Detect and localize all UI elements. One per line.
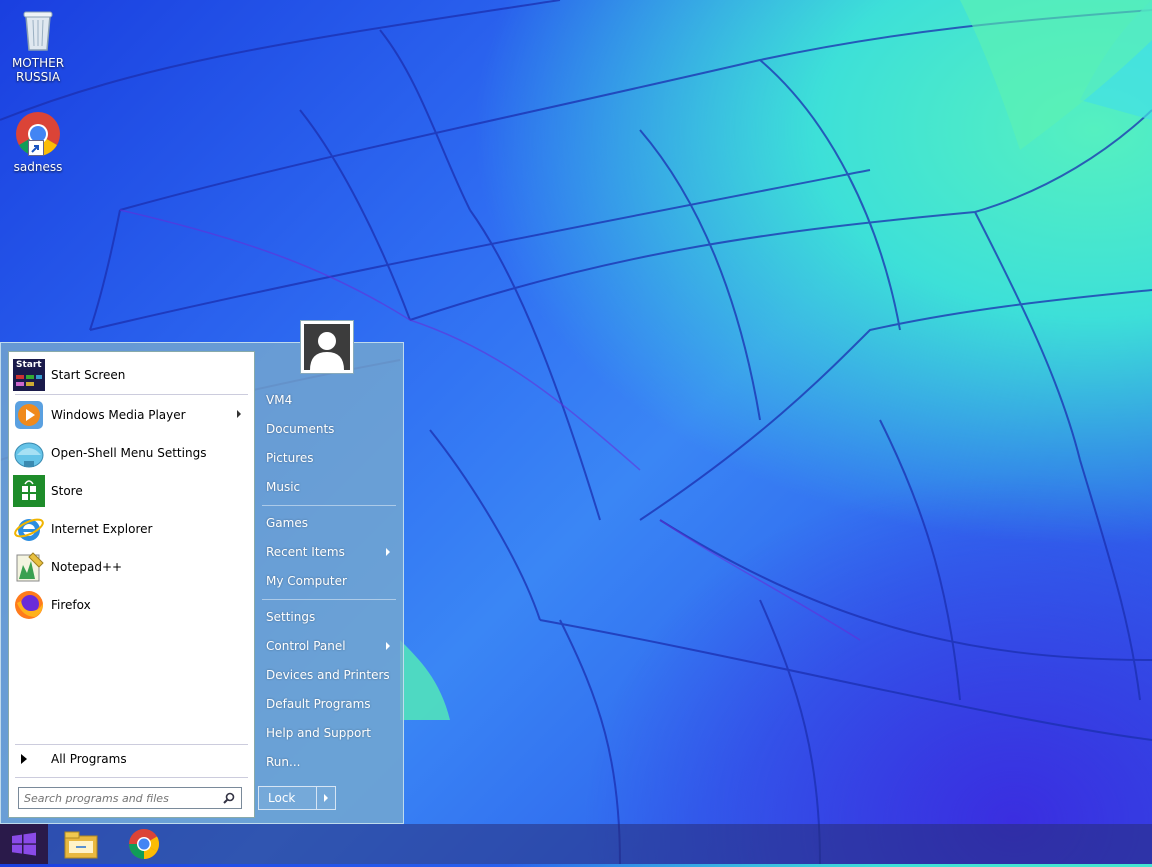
user-avatar[interactable] [300, 320, 354, 374]
menu-item-run[interactable]: Run... [258, 749, 398, 775]
menu-item-label: Settings [266, 610, 316, 624]
lock-button[interactable]: Lock [259, 787, 317, 809]
start-button[interactable] [0, 824, 48, 864]
submenu-arrow-icon [237, 410, 241, 418]
all-programs-button[interactable]: All Programs [17, 748, 245, 770]
menu-item-label: Devices and Printers [266, 668, 390, 682]
menu-item-settings[interactable]: Settings [258, 604, 398, 630]
notepad-plus-plus-icon [13, 551, 45, 583]
menu-item-music[interactable]: Music [258, 474, 398, 500]
menu-item-my-computer[interactable]: My Computer [258, 568, 398, 594]
program-start-screen[interactable]: Start Start Screen [13, 357, 249, 393]
program-label: Store [51, 484, 83, 498]
desktop-icon-recycle-bin[interactable]: MOTHER RUSSIA [0, 6, 76, 84]
separator [15, 777, 248, 778]
separator [15, 394, 248, 395]
menu-item-default-programs[interactable]: Default Programs [258, 691, 398, 717]
program-firefox[interactable]: Firefox [13, 587, 249, 623]
menu-item-devices-and-printers[interactable]: Devices and Printers [258, 662, 398, 688]
menu-item-label: Default Programs [266, 697, 371, 711]
chrome-icon [14, 110, 62, 158]
firefox-icon [13, 589, 45, 621]
menu-item-label: Run... [266, 755, 301, 769]
menu-item-label: Games [266, 516, 308, 530]
shutdown-options-arrow-icon[interactable] [317, 787, 335, 809]
program-label: Windows Media Player [51, 408, 186, 422]
search-box [18, 787, 242, 809]
submenu-arrow-icon [386, 548, 390, 556]
windows-media-player-icon [13, 399, 45, 431]
menu-item-label: Music [266, 480, 301, 494]
menu-item-label: Help and Support [266, 726, 371, 740]
chrome-icon [128, 829, 160, 859]
menu-item-label: Pictures [266, 451, 314, 465]
program-internet-explorer[interactable]: Internet Explorer [13, 511, 249, 547]
lock-button-group: Lock [258, 786, 336, 810]
desktop-icon-chrome-shortcut[interactable]: sadness [0, 110, 76, 174]
program-store[interactable]: Store [13, 473, 249, 509]
program-open-shell-settings[interactable]: Open-Shell Menu Settings [13, 435, 249, 471]
menu-item-label: Documents [266, 422, 335, 436]
recycle-bin-icon [14, 6, 62, 54]
taskbar [0, 824, 1152, 864]
submenu-arrow-icon [386, 642, 390, 650]
menu-item-control-panel[interactable]: Control Panel [258, 633, 398, 659]
program-label: Firefox [51, 598, 91, 612]
user-icon [304, 324, 350, 370]
expand-arrow-icon [21, 754, 27, 764]
desktop-icon-label: sadness [13, 160, 63, 174]
all-programs-label: All Programs [51, 752, 127, 766]
start-screen-icon: Start [13, 359, 45, 391]
menu-item-recent-items[interactable]: Recent Items [258, 539, 398, 565]
file-explorer-icon [64, 831, 98, 859]
start-menu-programs-pane: Start Start Screen Windows Media Player [8, 351, 255, 818]
menu-item-help-and-support[interactable]: Help and Support [258, 720, 398, 746]
search-input[interactable] [19, 788, 214, 808]
separator [15, 744, 248, 745]
menu-item-pictures[interactable]: Pictures [258, 445, 398, 471]
store-icon [13, 475, 45, 507]
shortcut-arrow-icon [28, 140, 44, 156]
program-label: Open-Shell Menu Settings [51, 446, 207, 460]
menu-item-label: VM4 [266, 393, 293, 407]
menu-item-documents[interactable]: Documents [258, 416, 398, 442]
program-windows-media-player[interactable]: Windows Media Player [13, 397, 249, 433]
open-shell-icon [13, 437, 45, 469]
program-label: Start Screen [51, 368, 126, 382]
program-notepad-plus-plus[interactable]: Notepad++ [13, 549, 249, 585]
menu-item-games[interactable]: Games [258, 510, 398, 536]
menu-item-label: Control Panel [266, 639, 346, 653]
search-icon[interactable] [223, 792, 235, 804]
program-label: Notepad++ [51, 560, 123, 574]
menu-item-vm4[interactable]: VM4 [258, 387, 398, 413]
taskbar-chrome[interactable] [118, 824, 170, 864]
desktop-icon-label: MOTHER RUSSIA [11, 56, 65, 84]
menu-item-label: My Computer [266, 574, 347, 588]
taskbar-file-explorer[interactable] [56, 824, 108, 864]
menu-item-label: Recent Items [266, 545, 345, 559]
separator [262, 505, 396, 506]
windows-start-icon [12, 832, 36, 856]
separator [262, 599, 396, 600]
program-label: Internet Explorer [51, 522, 153, 536]
internet-explorer-icon [13, 513, 45, 545]
